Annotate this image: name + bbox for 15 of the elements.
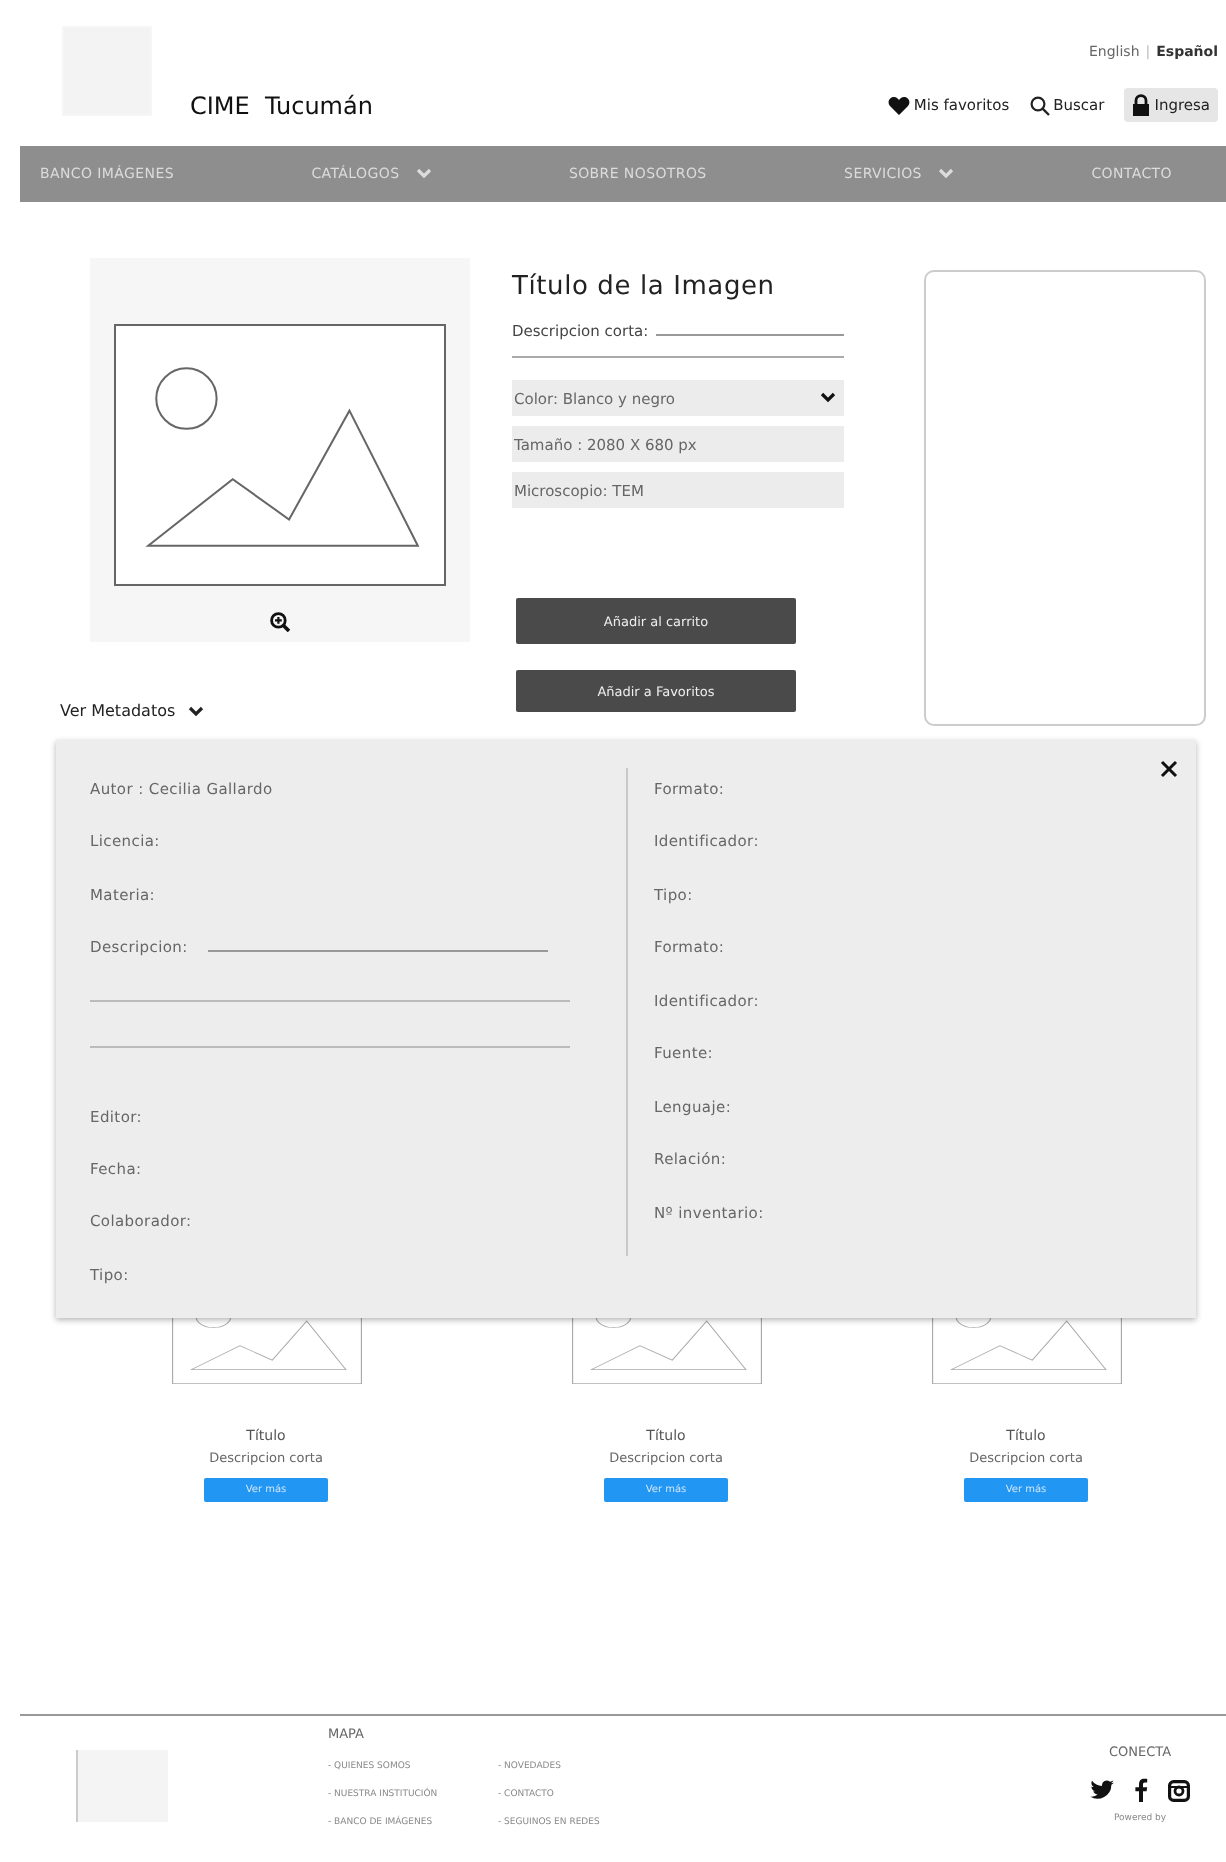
image-placeholder-icon xyxy=(114,324,446,586)
chevron-down-icon xyxy=(820,392,836,404)
chevron-down-icon xyxy=(187,705,204,717)
close-icon[interactable] xyxy=(1160,760,1178,778)
camera-icon[interactable] xyxy=(1168,1779,1190,1801)
search-icon xyxy=(1029,95,1050,115)
bird-icon[interactable] xyxy=(1090,1780,1114,1800)
site-name: CIME Tucumán xyxy=(190,92,373,120)
image-title: Título de la Imagen xyxy=(512,272,777,302)
heart-icon xyxy=(887,95,910,115)
facebook-icon[interactable] xyxy=(1134,1778,1148,1802)
logo-placeholder xyxy=(76,1750,168,1822)
zoom-in-icon[interactable] xyxy=(270,612,290,632)
lock-icon xyxy=(1132,94,1151,116)
metadata-toggle[interactable]: Ver Metadatos xyxy=(60,702,204,720)
